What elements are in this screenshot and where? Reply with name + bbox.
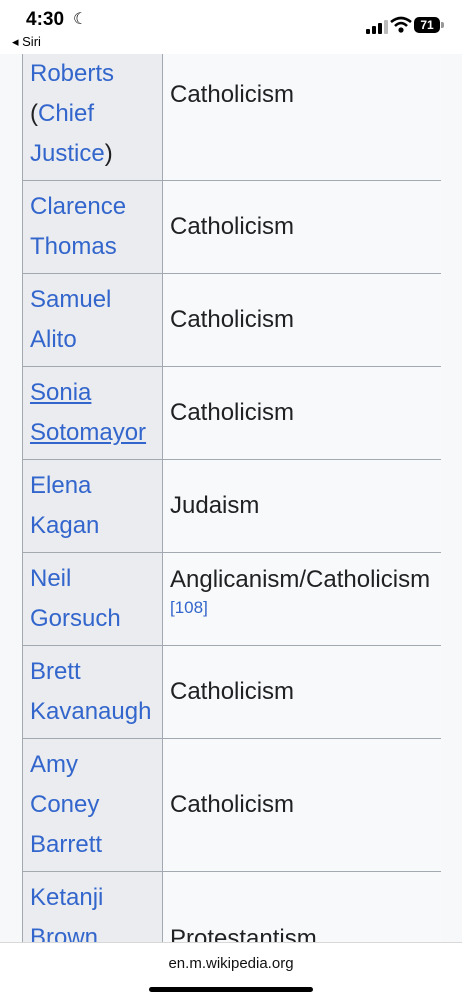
wifi-icon xyxy=(390,16,412,33)
chief-justice-link[interactable]: Chief xyxy=(38,100,94,127)
justices-religion-table: Roberts (Chief Justice) Catholicism Clar… xyxy=(22,54,441,942)
justice-link[interactable]: Elena xyxy=(30,472,91,499)
religion-cell: Catholicism xyxy=(163,646,441,738)
back-to-siri-link[interactable]: ◂ Siri xyxy=(12,34,41,50)
paren-close: ) xyxy=(104,140,113,167)
name-cell: Neil Gorsuch xyxy=(23,553,163,645)
name-cell: Brett Kavanaugh xyxy=(23,646,163,738)
status-bar: 4:30 ☾ ◂ Siri 71 xyxy=(0,0,462,54)
religion-cell: Protestantism xyxy=(163,872,441,942)
name-cell: Amy Coney Barrett xyxy=(23,739,163,871)
table-row: Brett Kavanaugh Catholicism xyxy=(23,646,441,739)
religion-cell: Judaism xyxy=(163,460,441,552)
religion-text: Catholicism xyxy=(170,213,295,240)
name-cell: Elena Kagan xyxy=(23,460,163,552)
justice-link[interactable]: Alito xyxy=(30,326,77,353)
religion-text: Catholicism xyxy=(170,678,295,705)
battery-cap xyxy=(441,22,444,28)
justice-link[interactable]: Brown xyxy=(30,924,98,942)
justice-link[interactable]: Coney xyxy=(30,791,99,818)
religion-text: Protestantism xyxy=(170,925,317,942)
religion-text: Catholicism xyxy=(170,399,295,426)
justice-link[interactable]: Kagan xyxy=(30,512,99,539)
table-row: Sonia Sotomayor Catholicism xyxy=(23,367,441,460)
religion-cell: Catholicism xyxy=(163,367,441,459)
justice-link-visited[interactable]: Sotomayor xyxy=(30,419,146,446)
justice-link[interactable]: Kavanaugh xyxy=(30,698,151,725)
table-row: Roberts (Chief Justice) Catholicism xyxy=(23,54,441,181)
url-bar[interactable]: en.m.wikipedia.org xyxy=(0,955,462,972)
table-row: Clarence Thomas Catholicism xyxy=(23,181,441,274)
name-cell: Sonia Sotomayor xyxy=(23,367,163,459)
religion-text: Anglicanism/Catholicism xyxy=(170,566,431,593)
citation-link[interactable]: [108] xyxy=(170,597,441,619)
religion-text: Catholicism xyxy=(170,81,295,108)
name-cell: Roberts (Chief Justice) xyxy=(23,54,163,180)
justice-link[interactable]: Clarence xyxy=(30,193,126,220)
name-cell: Samuel Alito xyxy=(23,274,163,366)
justice-link[interactable]: Brett xyxy=(30,658,81,685)
religion-text: Catholicism xyxy=(170,306,295,333)
justice-link[interactable]: Barrett xyxy=(30,831,102,858)
justice-link[interactable]: Gorsuch xyxy=(30,605,121,632)
justice-link[interactable]: Thomas xyxy=(30,233,117,260)
justice-link[interactable]: Justice xyxy=(30,140,105,167)
religion-text: Catholicism xyxy=(170,791,295,818)
home-indicator[interactable] xyxy=(149,987,313,992)
religion-cell: Catholicism xyxy=(163,274,441,366)
religion-cell: Catholicism xyxy=(163,181,441,273)
table-row: Elena Kagan Judaism xyxy=(23,460,441,553)
justice-link[interactable]: Neil xyxy=(30,565,71,592)
religion-text: Judaism xyxy=(170,492,260,519)
table-row: Samuel Alito Catholicism xyxy=(23,274,441,367)
page-content[interactable]: Roberts (Chief Justice) Catholicism Clar… xyxy=(0,54,462,942)
justice-link[interactable]: Samuel xyxy=(30,286,111,313)
justice-link-roberts[interactable]: Roberts xyxy=(30,60,114,87)
name-cell: Clarence Thomas xyxy=(23,181,163,273)
table-row: Neil Gorsuch Anglicanism/Catholicism [10… xyxy=(23,553,441,646)
moon-icon: ☾ xyxy=(73,11,88,28)
browser-bottom-bar: en.m.wikipedia.org xyxy=(0,942,462,1001)
justice-link[interactable]: Ketanji xyxy=(30,884,103,911)
name-cell: Ketanji Brown xyxy=(23,872,163,942)
justice-link-visited[interactable]: Sonia xyxy=(30,379,91,406)
justice-link[interactable]: Amy xyxy=(30,751,78,778)
paren-open: ( xyxy=(30,100,38,127)
religion-cell: Catholicism xyxy=(163,739,441,871)
cellular-signal-icon xyxy=(366,20,388,34)
status-time: 4:30 xyxy=(26,9,65,30)
religion-cell: Anglicanism/Catholicism [108] xyxy=(163,553,441,645)
religion-cell: Catholicism xyxy=(163,54,441,180)
table-row: Amy Coney Barrett Catholicism xyxy=(23,739,441,872)
table-row: Ketanji Brown Protestantism xyxy=(23,872,441,942)
battery-icon: 71 xyxy=(414,17,440,33)
